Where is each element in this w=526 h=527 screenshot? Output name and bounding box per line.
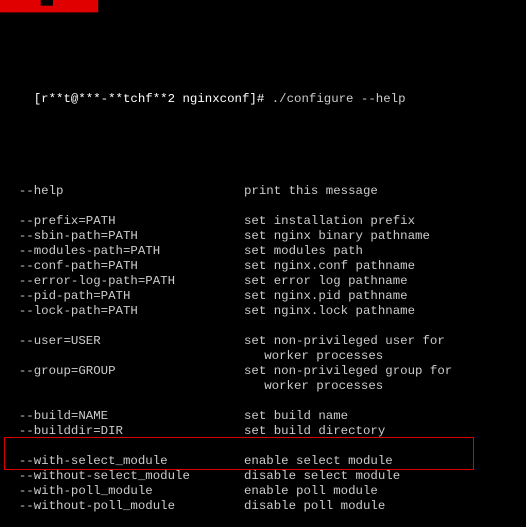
option-row: --builddir=DIRset build directory xyxy=(4,424,522,439)
option-row: --conf-path=PATHset nginx.conf pathname xyxy=(4,259,522,274)
terminal-output: ▆▆▆▂▆▆▆ [r**t@***-**tchf**2 nginxconf]# … xyxy=(0,0,526,527)
option-row: --prefix=PATHset installation prefix xyxy=(4,214,522,229)
option-row: --lock-path=PATHset nginx.lock pathname xyxy=(4,304,522,319)
option-desc: set nginx.conf pathname xyxy=(244,259,415,273)
blank-line xyxy=(4,394,522,409)
option-desc: set non-privileged user for xyxy=(244,334,445,348)
option-desc: set modules path xyxy=(244,244,363,258)
option-row: --pid-path=PATHset nginx.pid pathname xyxy=(4,289,522,304)
option-desc: worker processes xyxy=(264,379,383,393)
prompt-command: ./configure --help xyxy=(272,92,406,106)
option-flag: --with-poll_module xyxy=(4,484,244,499)
watermark-overlay: ▆▆▆▂▆▆▆ xyxy=(0,0,97,9)
option-row: --user=USERset non-privileged user for xyxy=(4,334,522,349)
option-flag: --with-select_module xyxy=(4,454,244,469)
option-row: --modules-path=PATHset modules path xyxy=(4,244,522,259)
option-flag: --group=GROUP xyxy=(4,364,244,379)
option-desc: set nginx.pid pathname xyxy=(244,289,408,303)
option-flag-empty xyxy=(4,349,264,364)
option-row: --with-poll_moduleenable poll module xyxy=(4,484,522,499)
option-desc: set build directory xyxy=(244,424,385,438)
option-row: --error-log-path=PATHset error log pathn… xyxy=(4,274,522,289)
blank-line xyxy=(4,439,522,454)
option-desc-continuation: worker processes xyxy=(4,379,522,394)
prompt-host: [r**t@***-**tchf**2 nginxconf]# xyxy=(34,92,272,106)
option-flag: --pid-path=PATH xyxy=(4,289,244,304)
option-row: --group=GROUPset non-privileged group fo… xyxy=(4,364,522,379)
option-flag: --prefix=PATH xyxy=(4,214,244,229)
option-desc: set nginx.lock pathname xyxy=(244,304,415,318)
option-desc: set error log pathname xyxy=(244,274,408,288)
option-row: --build=NAMEset build name xyxy=(4,409,522,424)
option-flag: --modules-path=PATH xyxy=(4,244,244,259)
shell-prompt-line: [r**t@***-**tchf**2 nginxconf]# ./config… xyxy=(4,77,522,122)
option-row: --with-select_moduleenable select module xyxy=(4,454,522,469)
option-flag: --without-select_module xyxy=(4,469,244,484)
option-desc: enable select module xyxy=(244,454,393,468)
option-desc: set build name xyxy=(244,409,348,423)
option-flag: --help xyxy=(4,184,244,199)
option-flag: --lock-path=PATH xyxy=(4,304,244,319)
option-row: --sbin-path=PATHset nginx binary pathnam… xyxy=(4,229,522,244)
option-flag-empty xyxy=(4,379,264,394)
option-flag: --without-poll_module xyxy=(4,499,244,514)
option-desc: disable poll module xyxy=(244,499,385,513)
option-desc: disable select module xyxy=(244,469,400,483)
option-flag: --error-log-path=PATH xyxy=(4,274,244,289)
option-desc: set non-privileged group for xyxy=(244,364,452,378)
option-flag: --build=NAME xyxy=(4,409,244,424)
option-row: --helpprint this message xyxy=(4,184,522,199)
blank-line xyxy=(4,169,522,184)
option-row: --without-poll_moduledisable poll module xyxy=(4,499,522,514)
option-desc: print this message xyxy=(244,184,378,198)
option-flag: --conf-path=PATH xyxy=(4,259,244,274)
option-desc: enable poll module xyxy=(244,484,378,498)
option-flag: --builddir=DIR xyxy=(4,424,244,439)
option-desc: set nginx binary pathname xyxy=(244,229,430,243)
blank-line xyxy=(4,199,522,214)
option-desc-continuation: worker processes xyxy=(4,349,522,364)
blank-line xyxy=(4,514,522,527)
option-row: --without-select_moduledisable select mo… xyxy=(4,469,522,484)
option-desc: worker processes xyxy=(264,349,383,363)
option-desc: set installation prefix xyxy=(244,214,415,228)
blank-line xyxy=(4,319,522,334)
option-flag: --user=USER xyxy=(4,334,244,349)
option-flag: --sbin-path=PATH xyxy=(4,229,244,244)
